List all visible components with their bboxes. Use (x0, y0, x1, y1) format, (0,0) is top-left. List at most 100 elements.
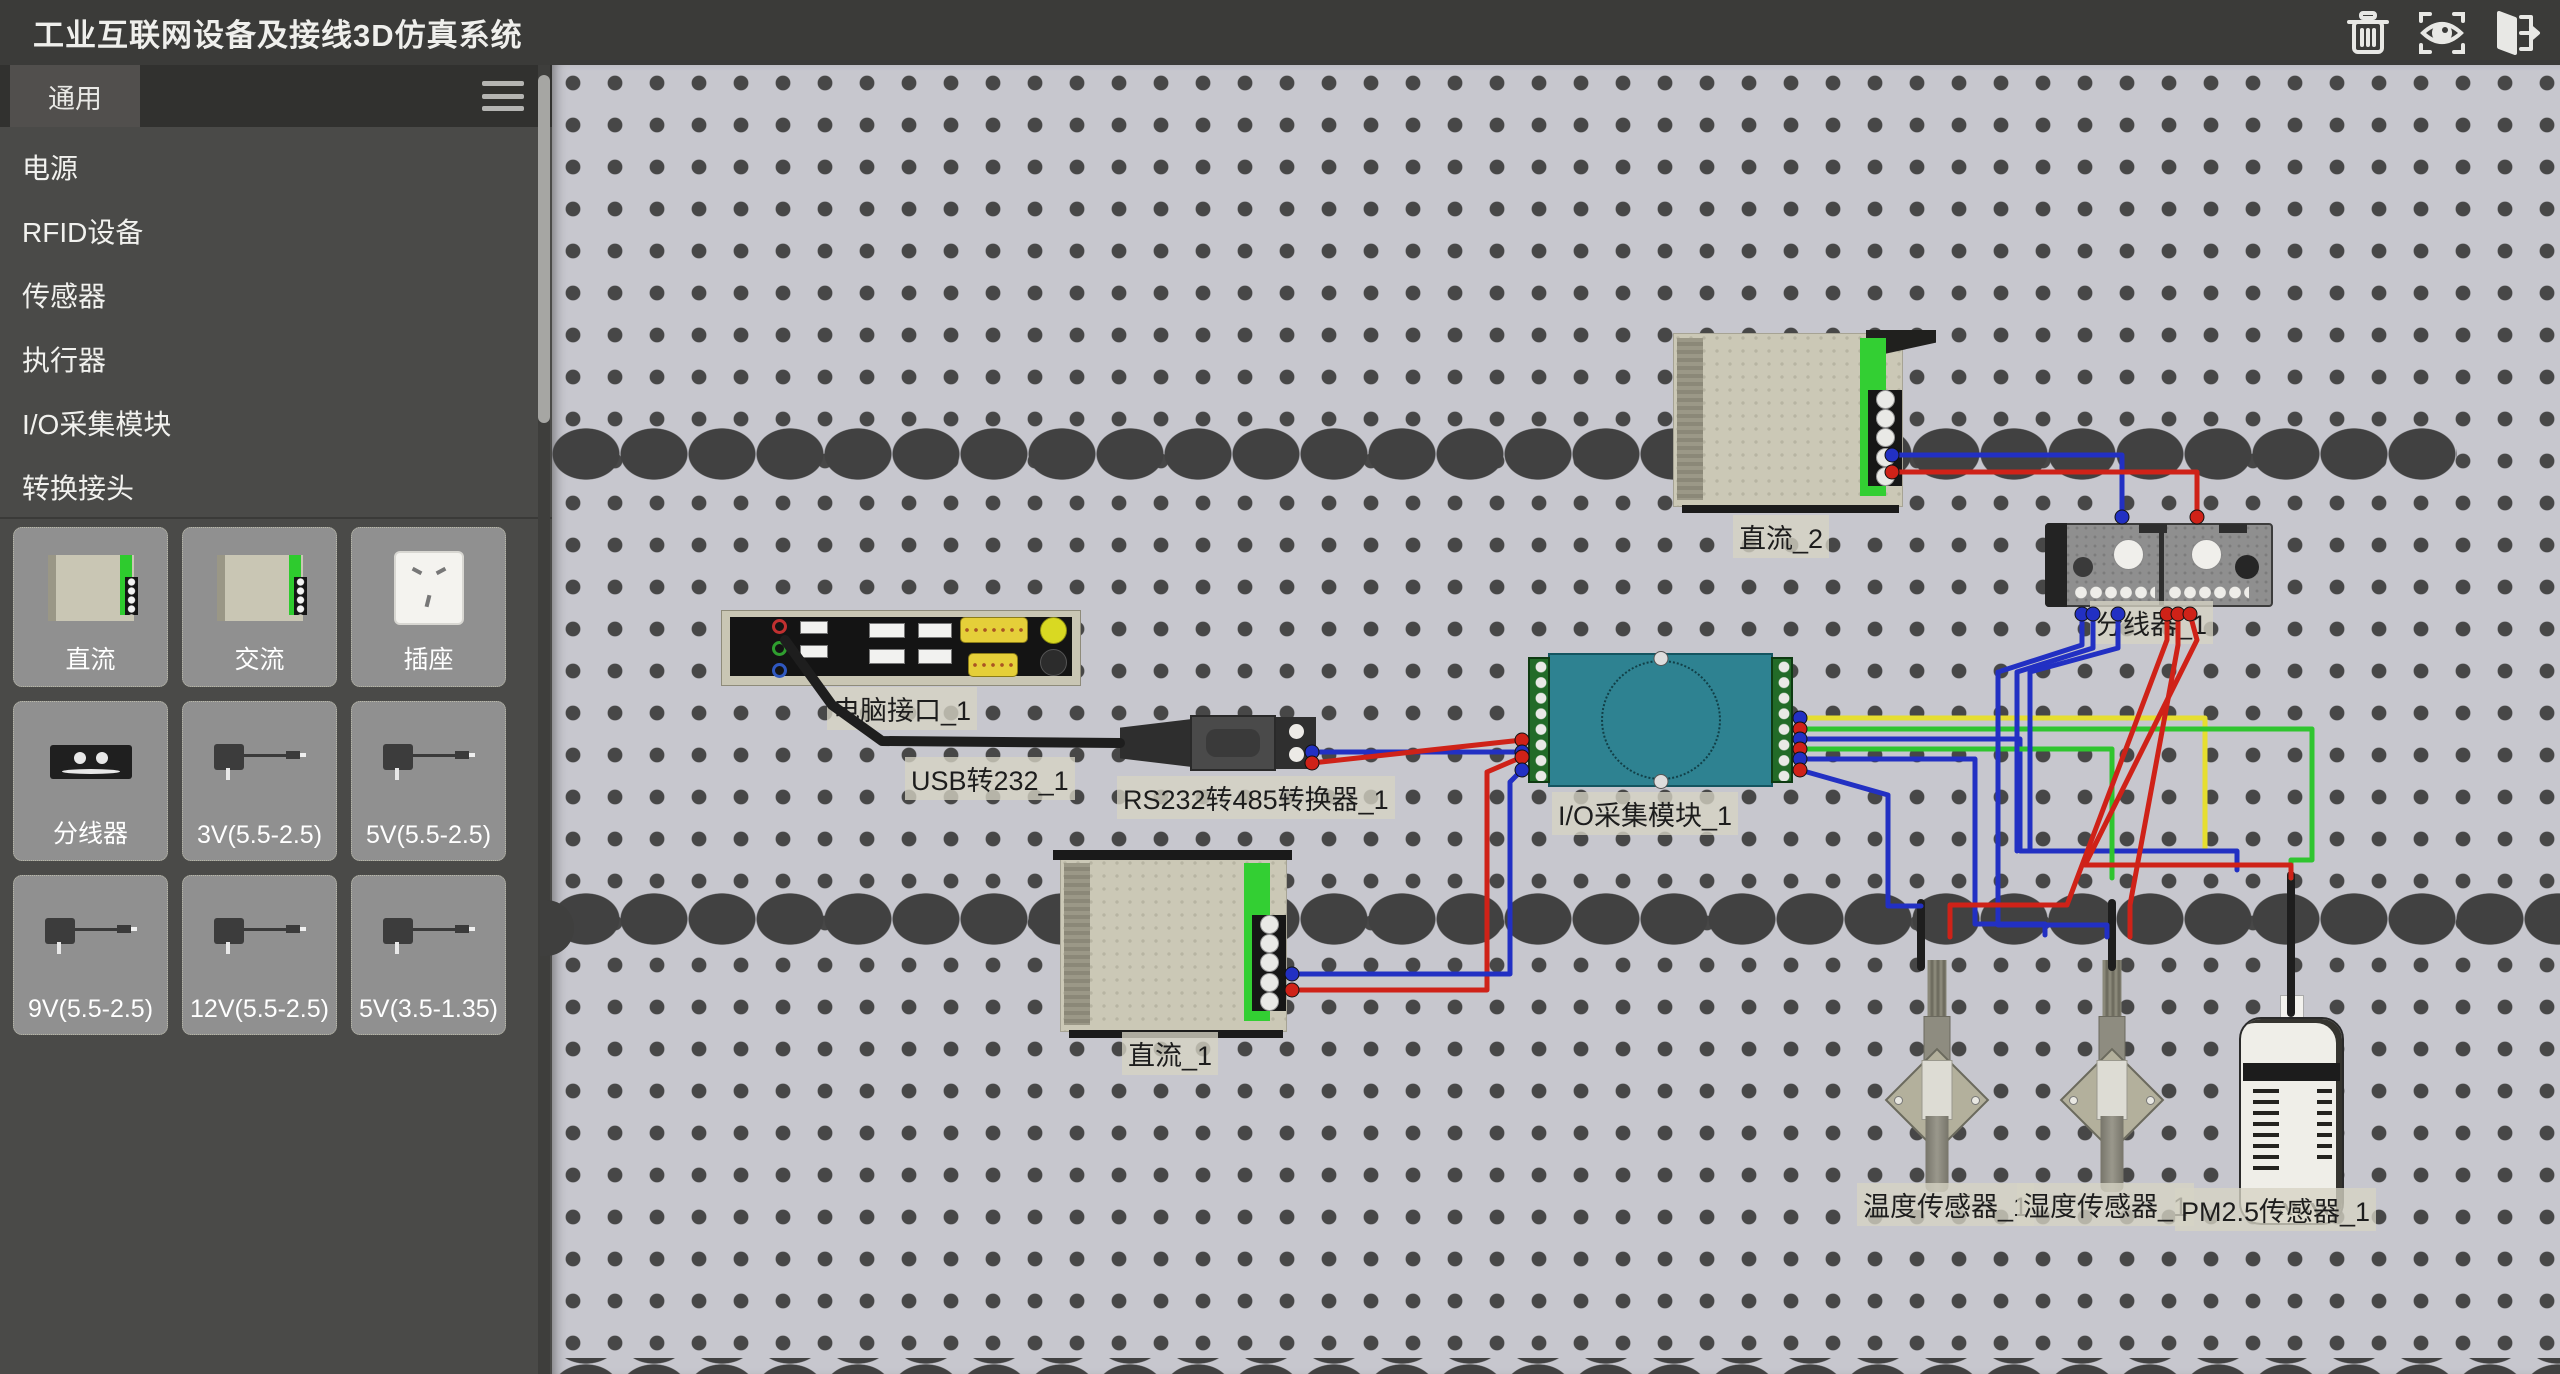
wire-blue (1800, 770, 1921, 906)
mount-hole (1971, 1096, 1980, 1105)
tile-label: 分线器 (14, 814, 167, 850)
wire-blue (2030, 614, 2118, 851)
usb-port (869, 649, 905, 664)
sidebar-item-2[interactable]: 传感器 (0, 265, 530, 329)
device-shadow (1053, 850, 1292, 860)
power-box-icon (183, 542, 336, 634)
sidebar-item-3[interactable]: 执行器 (0, 329, 530, 393)
device-tile-socket[interactable]: 插座 (351, 527, 506, 687)
audio-jack-green (772, 641, 787, 656)
connector-dot (1515, 733, 1529, 747)
probe-tip (1926, 1116, 1949, 1192)
usb-port (918, 623, 952, 638)
notch (2139, 524, 2167, 533)
page-title: 工业互联网设备及接线3D仿真系统 (0, 10, 523, 55)
tile-label: 直流 (14, 640, 167, 676)
category-menu: 电源RFID设备传感器执行器I/O采集模块转换接头 (0, 137, 530, 521)
pegboard-hole-band (552, 1358, 2560, 1374)
scrollbar-thumb[interactable] (538, 75, 550, 423)
knob (2113, 539, 2144, 570)
connector-dot (2190, 510, 2204, 524)
wire-green (1800, 749, 2112, 878)
lan-port (1040, 649, 1067, 676)
device-rs232-485-converter[interactable] (1120, 715, 1316, 771)
mount-hole (2235, 555, 2259, 579)
device-temperature-sensor[interactable] (1892, 960, 1982, 1192)
device-tile-power-box[interactable]: 交流 (182, 527, 337, 687)
screw (1653, 774, 1668, 789)
heatsink (1677, 338, 1703, 500)
adapter-icon (14, 890, 167, 982)
terminal-block[interactable] (1252, 915, 1286, 1011)
wire-blue (1800, 739, 2237, 870)
audio-jack-blue (772, 663, 787, 678)
sidebar-scrollbar[interactable] (538, 65, 550, 1374)
device-dc-power-1[interactable] (1060, 858, 1287, 1032)
connector-dot (1793, 742, 1807, 756)
device-tile-power-box[interactable]: 直流 (13, 527, 168, 687)
terminal-strip-right[interactable] (1771, 657, 1793, 783)
workspace-canvas[interactable]: 直流_2电脑接口_1USB转232_1RS232转485转换器_1I/O采集模块… (552, 65, 2560, 1374)
splitter-icon (14, 716, 167, 808)
terminal-block[interactable] (1868, 390, 1902, 486)
wire-red (2130, 614, 2178, 937)
wire-red (1312, 740, 1522, 763)
device-computer-interface[interactable] (721, 610, 1081, 686)
device-tile-adapter[interactable]: 12V(5.5-2.5) (182, 875, 337, 1035)
wire-red (2085, 614, 2291, 878)
power-box-icon (14, 542, 167, 634)
device-tile-splitter[interactable]: 分线器 (13, 701, 168, 861)
connector-dot (1793, 722, 1807, 736)
audio-jack-red (772, 619, 787, 634)
device-splitter[interactable] (2045, 523, 2273, 607)
mount-hole (2146, 1096, 2155, 1105)
device-label: 直流_1 (1122, 1032, 1218, 1075)
notch (2219, 524, 2247, 533)
terminal-strip-left[interactable] (1528, 657, 1550, 783)
device-tile-adapter[interactable]: 3V(5.5-2.5) (182, 701, 337, 861)
sensor-band (2243, 1063, 2340, 1081)
exit-icon[interactable] (2490, 7, 2542, 59)
probe-sleeve (2097, 1060, 2128, 1120)
tab-general[interactable]: 通用 (10, 65, 140, 127)
device-dc-power-2[interactable] (1673, 333, 1903, 507)
trash-icon[interactable] (2342, 7, 2394, 59)
mount-hole (2069, 1096, 2078, 1105)
device-label: 湿度传感器_1 (2017, 1183, 2194, 1226)
sidebar-item-1[interactable]: RFID设备 (0, 201, 530, 265)
wire-blue (1998, 614, 2107, 937)
connector-dot (1793, 711, 1807, 725)
terminal-block[interactable] (1276, 717, 1316, 769)
vent-grill (2253, 1089, 2279, 1173)
adapter-icon (183, 890, 336, 982)
sidebar-item-4[interactable]: I/O采集模块 (0, 393, 530, 457)
screw (1653, 651, 1668, 666)
pegboard-hole-band (552, 893, 2560, 945)
device-io-module[interactable] (1548, 653, 1773, 787)
toolbar (2342, 7, 2560, 59)
device-tile-adapter[interactable]: 5V(3.5-1.35) (351, 875, 506, 1035)
tile-label: 5V(5.5-2.5) (352, 821, 505, 850)
tile-label: 插座 (352, 640, 505, 676)
connector-dot (1515, 763, 1529, 777)
usb-port (869, 623, 905, 638)
terminal-row[interactable] (2169, 586, 2249, 599)
tile-label: 12V(5.5-2.5) (183, 995, 336, 1024)
menu-icon[interactable] (482, 81, 524, 111)
usb-port (800, 645, 828, 658)
device-label: USB转232_1 (905, 757, 1075, 800)
device-tile-adapter[interactable]: 9V(5.5-2.5) (13, 875, 168, 1035)
socket-icon (352, 542, 505, 634)
device-tile-adapter[interactable]: 5V(5.5-2.5) (351, 701, 506, 861)
terminal-row[interactable] (2075, 586, 2155, 599)
device-label: 电脑接口_1 (827, 687, 977, 730)
sidebar-item-0[interactable]: 电源 (0, 137, 530, 201)
wire-red (1950, 614, 2167, 937)
wire-green (1800, 729, 2312, 878)
view-focus-icon[interactable] (2416, 7, 2468, 59)
connector-dot (1793, 763, 1807, 777)
module-circle (1601, 660, 1721, 780)
connector-dot (1515, 750, 1529, 764)
device-humidity-sensor[interactable] (2067, 960, 2157, 1192)
sidebar-item-5[interactable]: 转换接头 (0, 457, 530, 521)
